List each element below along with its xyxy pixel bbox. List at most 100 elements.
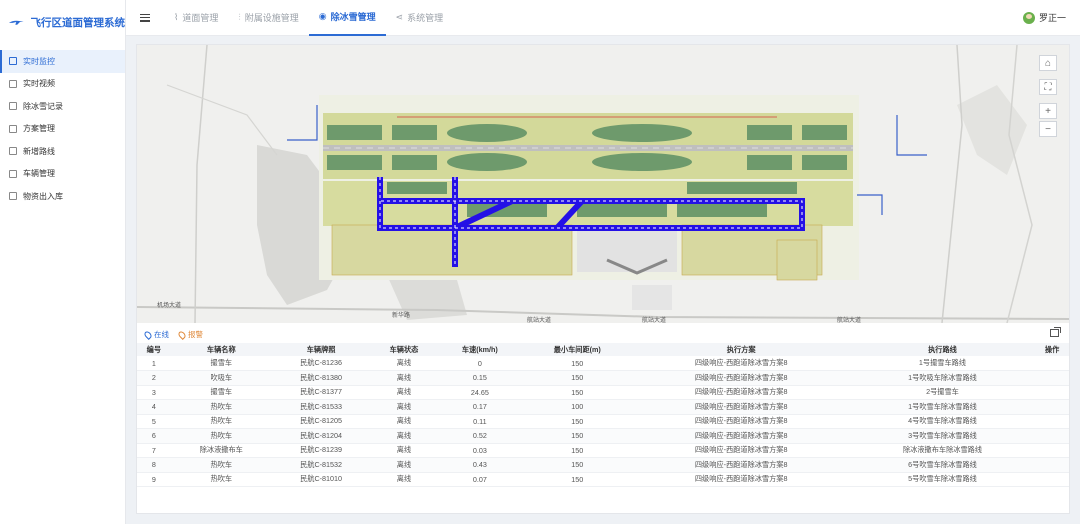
cell-vehicle-name: 热吹车 [170, 428, 272, 444]
legend-label: 报警 [188, 330, 203, 339]
svg-text:航站大道: 航站大道 [527, 316, 551, 323]
cell-vehicle-name: 撮雪车 [170, 385, 272, 400]
table-row[interactable]: 7 除冰液撒布车 民航C-81239 离线 0.03 150 四级响应-西跑道除冰雪方案8 除… [137, 443, 1069, 458]
fullscreen-icon[interactable]: ⛶ [1039, 79, 1057, 95]
cell-id: 5 [137, 414, 171, 429]
table-row[interactable]: 4 热吹车 民航C-81533 离线 0.17 100 四级响应-西跑道除冰雪方案8 1号吹雪… [137, 399, 1069, 415]
cell-route: 3号吹雪车除冰雪路线 [849, 428, 1036, 444]
cell-route: 1号吹吸车除冰雪路线 [849, 370, 1036, 386]
cell-route: 1号撮雪车路线 [849, 356, 1036, 371]
location-pin-icon [177, 329, 187, 340]
cell-route: 1号吹雪车除冰雪路线 [849, 399, 1036, 415]
legend-alarm[interactable]: 报警 [177, 329, 203, 340]
table-row[interactable]: 1 撮雪车 民航C-81236 离线 0 150 四级响应-西跑道除冰雪方案8 1号撮雪车路线 [137, 356, 1069, 371]
cell-vehicle-name: 撮雪车 [170, 356, 272, 371]
cell-actions[interactable] [1035, 443, 1069, 458]
cell-status: 离线 [370, 356, 438, 371]
cell-actions[interactable] [1035, 428, 1069, 444]
table-header-row: 编号 车辆名称 车辆牌照 车辆状态 车速(km/h) 最小车间距(m) 执行方案… [137, 343, 1069, 356]
sidebar-item-plan-management[interactable]: 方案管理 [0, 118, 125, 141]
record-icon [9, 102, 17, 111]
tab-system-management[interactable]: ⋖ 系统管理 [386, 0, 454, 36]
table-row[interactable]: 3 撮雪车 民航C-81377 离线 24.65 150 四级响应-西跑道除冰雪方案8 2号撮… [137, 385, 1069, 400]
sidebar-item-label: 物资出入库 [23, 191, 63, 201]
cell-actions[interactable] [1035, 399, 1069, 415]
airport-map[interactable]: 机场大道 航站大道 航站大道 航站大道 新华路 ⌂ ⛶ + − [137, 45, 1069, 323]
cell-id: 6 [137, 428, 171, 444]
cell-min-gap: 100 [522, 399, 633, 415]
cell-speed: 0.07 [437, 472, 523, 487]
cell-status: 离线 [370, 399, 438, 415]
table-row[interactable]: 8 热吹车 民航C-81532 离线 0.43 150 四级响应-西跑道除冰雪方案8 6号吹雪… [137, 457, 1069, 473]
cell-plate: 民航C-81533 [271, 399, 371, 415]
table-row[interactable]: 2 吹吸车 民航C-81380 离线 0.15 150 四级响应-西跑道除冰雪方案8 1号吹吸… [137, 370, 1069, 386]
cell-min-gap: 150 [522, 457, 633, 473]
cell-route: 5号吹雪车除冰雪路线 [849, 472, 1036, 487]
tab-facility-management[interactable]: ⫶ 附属设施管理 [228, 0, 308, 36]
sidebar-item-deicing-record[interactable]: 除冰雪记录 [0, 95, 125, 118]
cell-id: 4 [137, 399, 171, 415]
app-root: 飞行区道面管理系统 实时监控 实时视频 除冰雪记录 方案管理 新增路线 车辆管理… [0, 0, 1080, 524]
tab-deicing-management[interactable]: ◉ 除冰雪管理 [308, 0, 386, 36]
cell-route: 除冰液撒布车除冰雪路线 [849, 443, 1036, 458]
cell-route: 4号吹雪车除冰雪路线 [849, 414, 1036, 429]
table-row[interactable]: 9 热吹车 民航C-81010 离线 0.07 150 四级响应-西跑道除冰雪方案8 5号吹雪… [137, 472, 1069, 487]
cell-status: 离线 [370, 385, 438, 400]
zoom-in-icon[interactable]: + [1039, 103, 1057, 119]
cell-actions[interactable] [1035, 457, 1069, 473]
column-header: 车速(km/h) [437, 343, 523, 356]
cell-status: 离线 [370, 414, 438, 429]
tab-label: 系统管理 [407, 13, 444, 23]
cell-min-gap: 150 [522, 428, 633, 444]
legend-online[interactable]: 在线 [143, 329, 169, 340]
cell-plate: 民航C-81377 [271, 385, 371, 400]
cell-plan: 四级响应-西跑道除冰雪方案8 [632, 399, 850, 415]
sidebar-item-label: 实时视频 [23, 79, 55, 89]
cell-actions[interactable] [1035, 472, 1069, 487]
sidebar-item-materials[interactable]: 物资出入库 [0, 185, 125, 208]
svg-text:新华路: 新华路 [392, 311, 410, 319]
svg-text:航站大道: 航站大道 [837, 316, 861, 323]
cell-plan: 四级响应-西跑道除冰雪方案8 [632, 428, 850, 444]
column-header: 车辆牌照 [271, 343, 371, 356]
column-header: 执行方案 [632, 343, 850, 356]
cell-actions[interactable] [1035, 385, 1069, 400]
table-row[interactable]: 5 热吹车 民航C-81205 离线 0.11 150 四级响应-西跑道除冰雪方案8 4号吹雪… [137, 414, 1069, 429]
cell-route: 2号撮雪车 [849, 385, 1036, 400]
cell-vehicle-name: 除冰液撒布车 [170, 443, 272, 458]
tab-road-management[interactable]: ⌇ 道面管理 [164, 0, 228, 36]
zoom-out-icon[interactable]: − [1039, 121, 1057, 137]
cell-actions[interactable] [1035, 356, 1069, 371]
tab-label: 道面管理 [182, 13, 219, 23]
cell-plan: 四级响应-西跑道除冰雪方案8 [632, 443, 850, 458]
cell-plate: 民航C-81236 [271, 356, 371, 371]
settings-icon: ⋖ [395, 12, 404, 22]
sidebar-item-add-route[interactable]: 新增路线 [0, 140, 125, 163]
column-header: 操作 [1035, 343, 1069, 356]
cell-actions[interactable] [1035, 370, 1069, 386]
sidebar-item-label: 车辆管理 [23, 169, 55, 179]
column-header: 编号 [137, 343, 171, 356]
sidebar-item-realtime-video[interactable]: 实时视频 [0, 73, 125, 96]
cell-plan: 四级响应-西跑道除冰雪方案8 [632, 370, 850, 386]
svg-text:航站大道: 航站大道 [642, 316, 666, 323]
sidebar-item-vehicle-management[interactable]: 车辆管理 [0, 163, 125, 186]
facility-icon: ⫶ [238, 12, 241, 22]
cell-plan: 四级响应-西跑道除冰雪方案8 [632, 457, 850, 473]
expand-icon[interactable] [1050, 327, 1061, 337]
cell-id: 9 [137, 472, 171, 487]
map-legend: 在线 报警 [143, 329, 203, 340]
cell-speed: 0.43 [437, 457, 523, 473]
menu-toggle-icon[interactable] [140, 13, 150, 22]
sidebar-item-realtime-monitor[interactable]: 实时监控 [0, 50, 125, 73]
cell-plan: 四级响应-西跑道除冰雪方案8 [632, 472, 850, 487]
home-icon[interactable]: ⌂ [1039, 55, 1057, 71]
top-bar: ⌇ 道面管理 ⫶ 附属设施管理 ◉ 除冰雪管理 ⋖ 系统管理 罗正一 [126, 0, 1080, 36]
cell-actions[interactable] [1035, 414, 1069, 429]
cell-speed: 0.03 [437, 443, 523, 458]
app-title: 飞行区道面管理系统 [30, 16, 126, 29]
table-body: 1 撮雪车 民航C-81236 离线 0 150 四级响应-西跑道除冰雪方案8 1号撮雪车路线… [137, 356, 1069, 487]
column-header: 车辆状态 [370, 343, 438, 356]
user-menu[interactable]: 罗正一 [1022, 11, 1066, 24]
table-row[interactable]: 6 热吹车 民航C-81204 离线 0.52 150 四级响应-西跑道除冰雪方案8 3号吹雪… [137, 428, 1069, 444]
